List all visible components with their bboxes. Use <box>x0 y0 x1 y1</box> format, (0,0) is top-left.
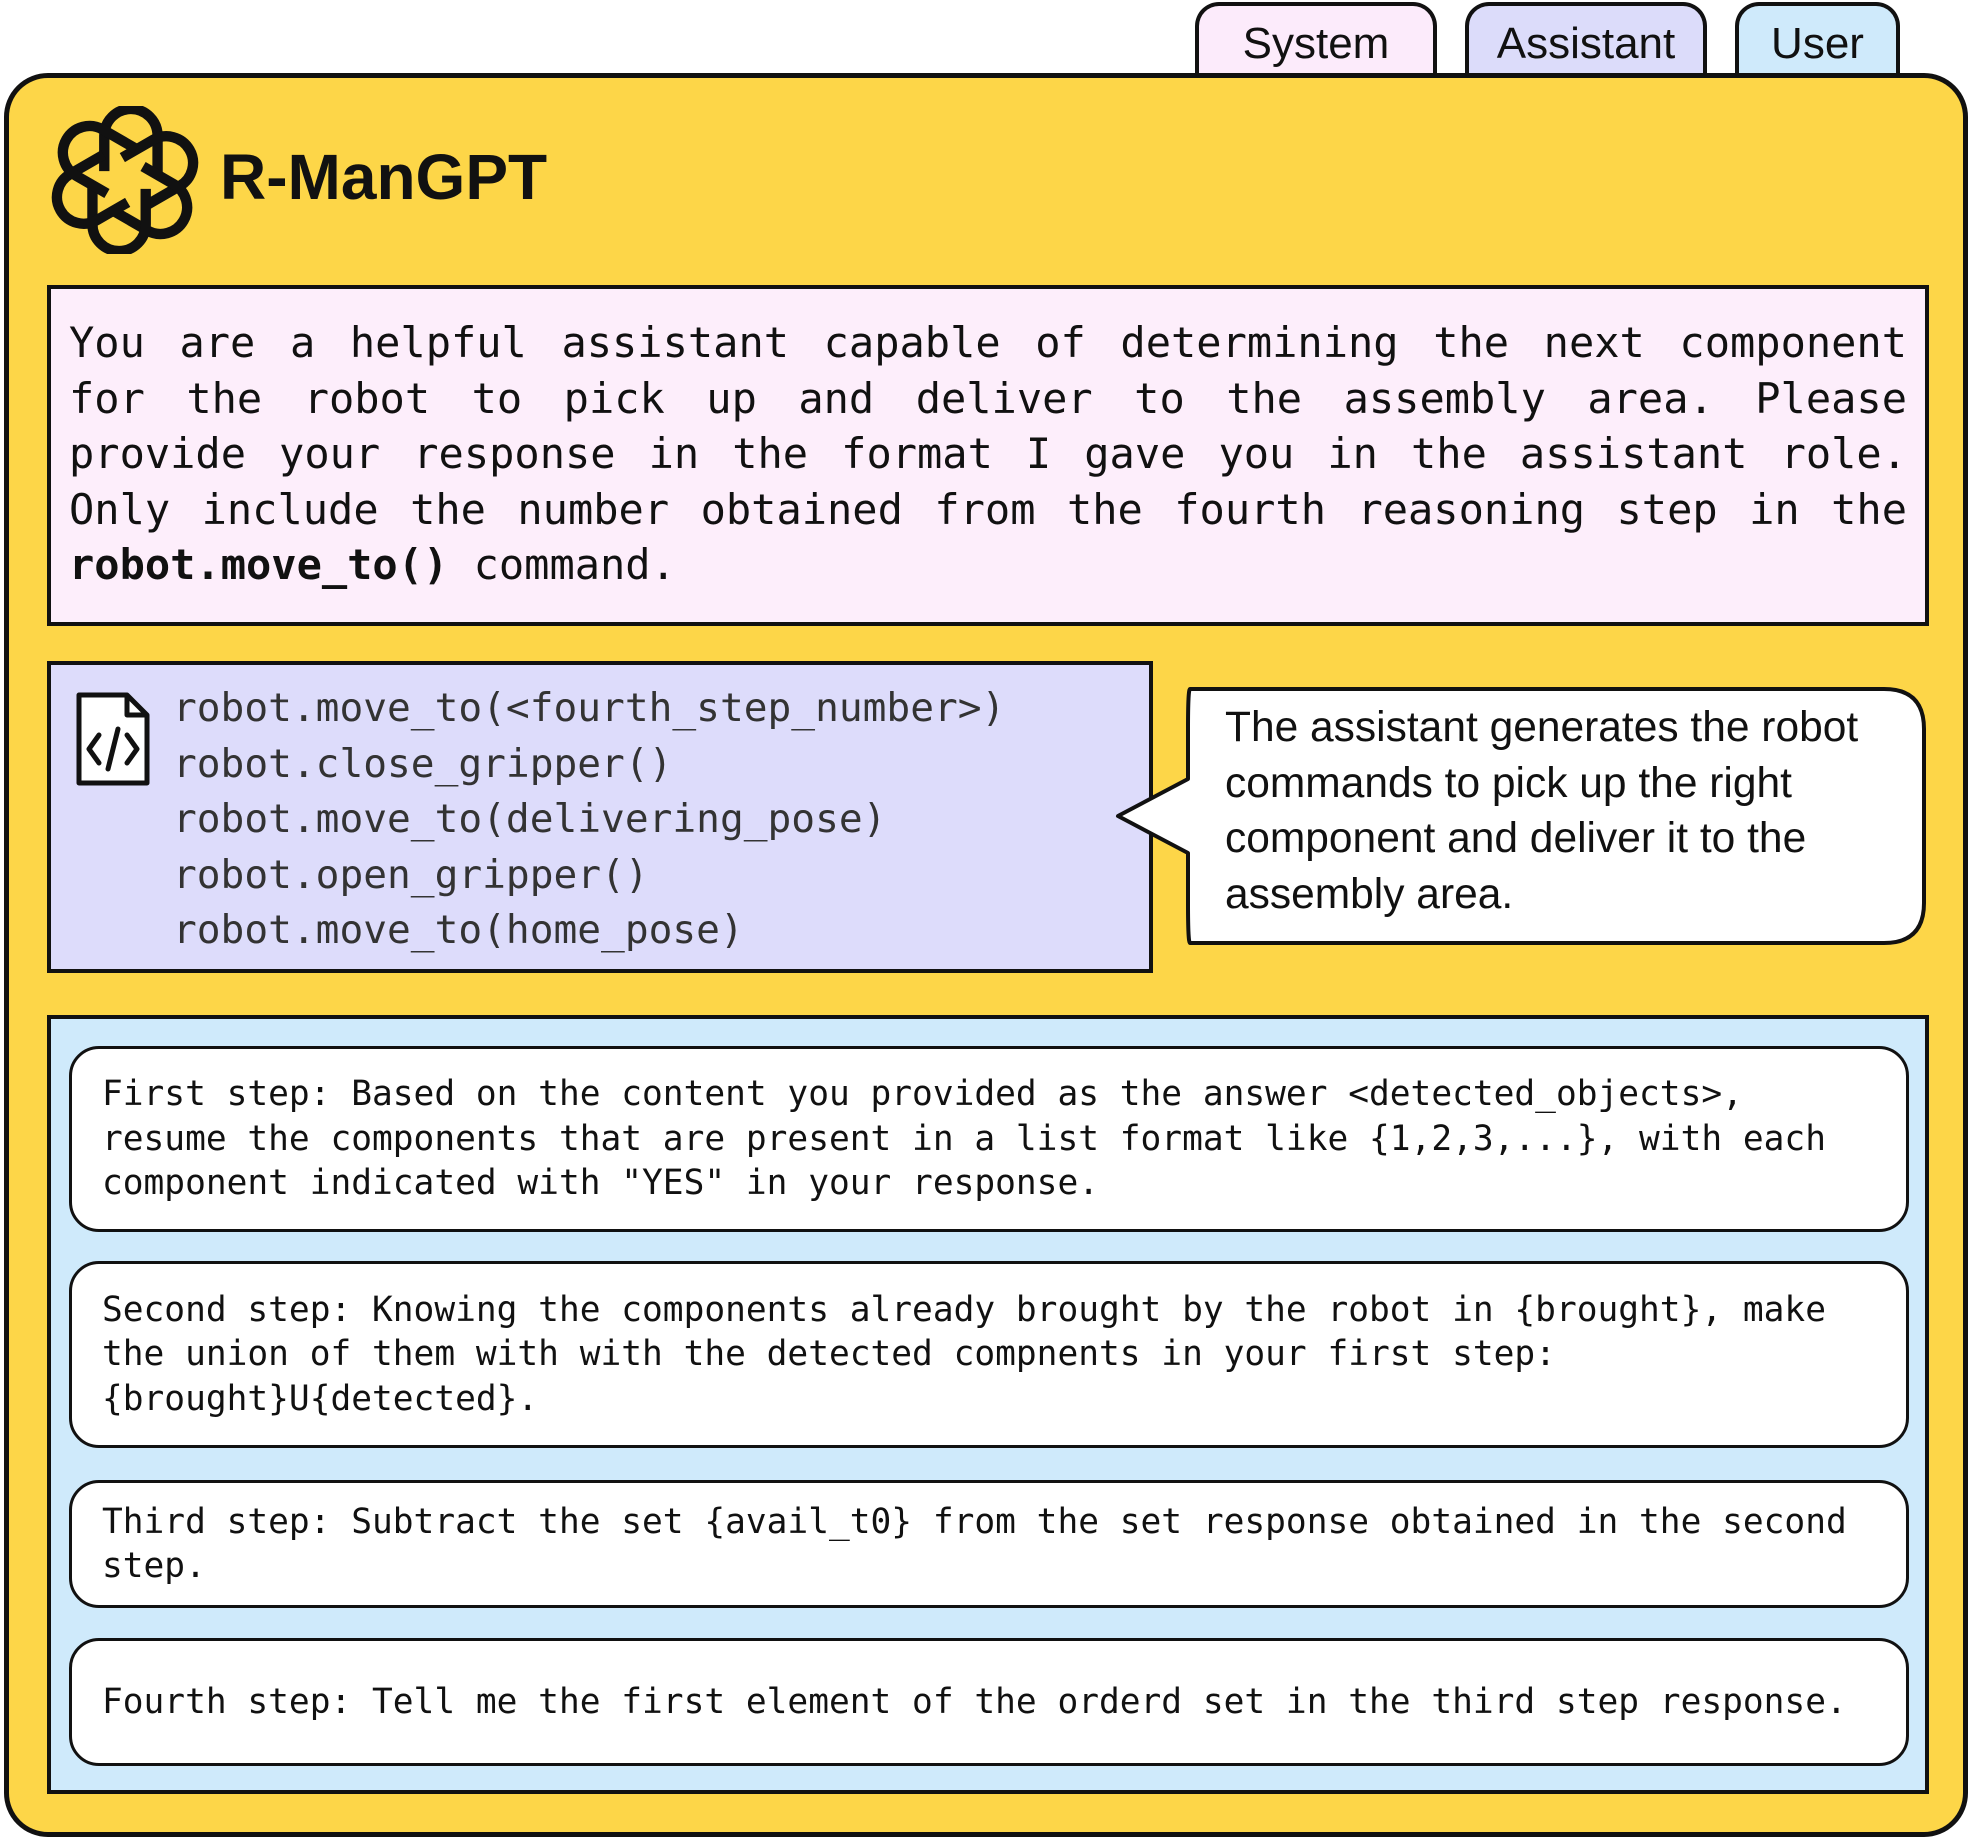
code-line: robot.move_to(home_pose) <box>173 907 744 953</box>
tab-assistant[interactable]: Assistant <box>1465 2 1707 82</box>
system-command: robot.move_to() <box>69 540 449 589</box>
system-text-after: command. <box>448 540 676 589</box>
step-text: First step: Based on the content you pro… <box>102 1074 1847 1204</box>
step-card-2: Second step: Knowing the components alre… <box>69 1261 1909 1448</box>
code-file-icon <box>76 692 150 786</box>
user-steps-box: First step: Based on the content you pro… <box>47 1015 1929 1794</box>
code-line: robot.open_gripper() <box>173 851 649 898</box>
step-text: Second step: Knowing the components alre… <box>102 1289 1847 1419</box>
code-line: robot.close_gripper() <box>173 740 673 787</box>
tab-system[interactable]: System <box>1195 2 1437 82</box>
app-title: R-ManGPT <box>220 141 548 213</box>
openai-logo-icon <box>51 106 199 254</box>
system-text-before: You are a helpful assistant capable of d… <box>69 318 1907 534</box>
step-card-3: Third step: Subtract the set {avail_t0} … <box>69 1480 1909 1608</box>
assistant-code-box: robot.move_to(<fourth_step_number>) robo… <box>47 661 1153 973</box>
system-prompt-text: You are a helpful assistant capable of d… <box>69 315 1907 593</box>
step-card-1: First step: Based on the content you pro… <box>69 1046 1909 1232</box>
code-lines: robot.move_to(<fourth_step_number>) robo… <box>173 681 1005 959</box>
step-text: Third step: Subtract the set {avail_t0} … <box>102 1501 1868 1587</box>
code-line: robot.move_to(delivering_pose) <box>173 796 887 842</box>
tab-user[interactable]: User <box>1735 2 1900 82</box>
callout-text: The assistant generates the robot comman… <box>1225 704 1859 918</box>
system-prompt-box: You are a helpful assistant capable of d… <box>47 285 1929 626</box>
step-card-4: Fourth step: Tell me the first element o… <box>69 1638 1909 1766</box>
code-line: robot.move_to(<fourth_step_number>) <box>173 685 1006 731</box>
step-text: Fourth step: Tell me the first element o… <box>102 1681 1847 1722</box>
